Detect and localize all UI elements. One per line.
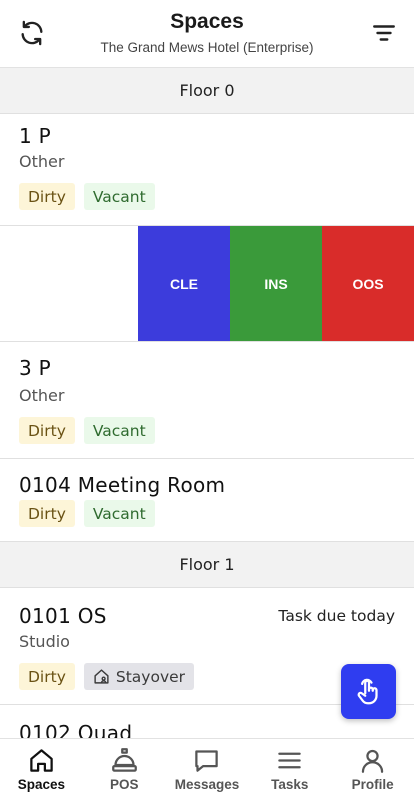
spaces-list[interactable]: Floor 0 1 P Other Dirty Vacant CLE INS O… (0, 68, 414, 738)
tab-label: POS (109, 777, 139, 792)
inspect-action-button[interactable]: INS (230, 226, 322, 341)
tab-tasks[interactable]: Tasks (248, 739, 331, 800)
filter-button[interactable] (368, 17, 400, 49)
tab-label: Spaces (17, 777, 66, 792)
hand-pointer-icon (357, 678, 378, 704)
space-name: 0101 OS (19, 604, 107, 628)
house-person-icon (94, 669, 109, 684)
space-type: Other (19, 386, 65, 405)
floor-header: Floor 1 (0, 542, 414, 588)
tab-label: Tasks (271, 777, 309, 792)
service-bell-icon (111, 747, 137, 772)
swiped-space-row[interactable]: CLE INS OOS (0, 226, 414, 342)
space-name: 0104 Meeting Room (19, 473, 226, 497)
hotel-name: The Grand Mews Hotel (Enterprise) (100, 40, 314, 55)
bottom-tab-bar: Spaces POS Messages Tasks Profile (0, 738, 414, 800)
out-of-service-action-button[interactable]: OOS (322, 226, 414, 341)
tab-messages[interactable]: Messages (166, 739, 249, 800)
status-badge-vacant: Vacant (83, 417, 155, 444)
status-badge-stayover: Stayover (83, 663, 195, 690)
tab-label: Profile (351, 777, 394, 792)
stayover-label: Stayover (115, 667, 186, 686)
tab-label: Messages (174, 777, 240, 792)
clean-action-button[interactable]: CLE (138, 226, 230, 341)
space-row[interactable]: 1 P Other Dirty Vacant (0, 114, 414, 226)
space-type: Other (19, 152, 65, 171)
status-badge-dirty: Dirty (19, 183, 75, 210)
tap-action-button[interactable] (341, 664, 396, 719)
floor-header: Floor 0 (0, 68, 414, 114)
status-badge-dirty: Dirty (19, 500, 75, 527)
filter-icon (373, 25, 395, 41)
status-badge-dirty: Dirty (19, 417, 75, 444)
user-icon (361, 749, 384, 773)
app-header: Spaces The Grand Mews Hotel (Enterprise) (0, 0, 414, 68)
task-due-label: Task due today (278, 607, 395, 625)
page-title: Spaces (170, 10, 244, 33)
status-badge-vacant: Vacant (83, 500, 155, 527)
space-name: 3 P (19, 356, 52, 380)
space-name: 1 P (19, 124, 52, 148)
status-badge-dirty: Dirty (19, 663, 75, 690)
chat-bubble-icon (195, 749, 219, 772)
space-row[interactable]: 3 P Other Dirty Vacant (0, 342, 414, 459)
tab-profile[interactable]: Profile (331, 739, 414, 800)
home-icon (30, 748, 53, 772)
tab-spaces[interactable]: Spaces (0, 739, 83, 800)
list-icon (278, 752, 302, 768)
tab-pos[interactable]: POS (83, 739, 166, 800)
space-name: 0102 Quad (19, 721, 133, 738)
status-badge-vacant: Vacant (83, 183, 155, 210)
space-type: Studio (19, 632, 70, 651)
space-row[interactable]: 0104 Meeting Room Dirty Vacant (0, 459, 414, 542)
